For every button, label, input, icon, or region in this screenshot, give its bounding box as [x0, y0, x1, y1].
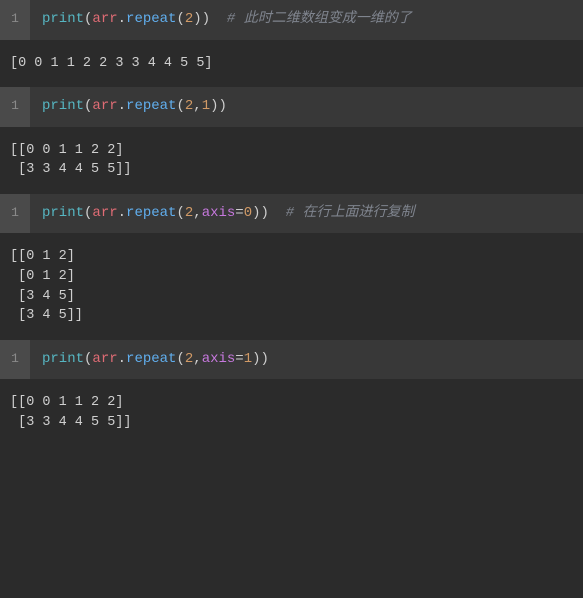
code-line: print(arr.repeat(2,1)) [30, 87, 583, 127]
identifier: arr [92, 205, 117, 221]
identifier: arr [92, 98, 117, 114]
dot: . [118, 351, 126, 367]
code-cell: 1print(arr.repeat(2,1)) [0, 87, 583, 127]
identifier: arr [92, 351, 117, 367]
output-cell: [0 0 1 1 2 2 3 3 4 4 5 5] [0, 40, 583, 88]
paren-close: ) [252, 205, 260, 221]
builtin-function: print [42, 98, 84, 114]
notebook-root: 1print(arr.repeat(2)) # 此时二维数组变成一维的了[0 0… [0, 0, 583, 446]
comma: , [193, 98, 201, 114]
method-name: repeat [126, 98, 176, 114]
code-line: print(arr.repeat(2,axis=0)) # 在行上面进行复制 [30, 194, 583, 234]
identifier: arr [92, 11, 117, 27]
code-line: print(arr.repeat(2,axis=1)) [30, 340, 583, 380]
equals-sign: = [235, 351, 243, 367]
dot: . [118, 11, 126, 27]
comma: , [193, 351, 201, 367]
paren-open: ( [176, 351, 184, 367]
method-name: repeat [126, 205, 176, 221]
number-literal: 0 [244, 205, 252, 221]
number-literal: 1 [202, 98, 210, 114]
paren-close: ) [252, 351, 260, 367]
paren-close: ) [210, 98, 218, 114]
paren-open: ( [176, 11, 184, 27]
paren-open: ( [176, 98, 184, 114]
code-line: print(arr.repeat(2)) # 此时二维数组变成一维的了 [30, 0, 583, 40]
output-cell: [[0 0 1 1 2 2] [3 3 4 4 5 5]] [0, 127, 583, 194]
method-name: repeat [126, 351, 176, 367]
output-cell: [[0 1 2] [0 1 2] [3 4 5] [3 4 5]] [0, 233, 583, 339]
code-comment: # 在行上面进行复制 [286, 205, 415, 221]
line-number-gutter: 1 [0, 87, 30, 127]
output-cell: [[0 0 1 1 2 2] [3 3 4 4 5 5]] [0, 379, 583, 446]
method-name: repeat [126, 11, 176, 27]
line-number-gutter: 1 [0, 0, 30, 40]
paren-close: ) [193, 11, 201, 27]
dot: . [118, 205, 126, 221]
line-number-gutter: 1 [0, 194, 30, 234]
number-literal: 1 [244, 351, 252, 367]
code-cell: 1print(arr.repeat(2)) # 此时二维数组变成一维的了 [0, 0, 583, 40]
code-cell: 1print(arr.repeat(2,axis=1)) [0, 340, 583, 380]
paren-close: ) [202, 11, 210, 27]
paren-close: ) [261, 205, 269, 221]
builtin-function: print [42, 351, 84, 367]
paren-close: ) [261, 351, 269, 367]
kwarg-name: axis [202, 351, 236, 367]
comma: , [193, 205, 201, 221]
equals-sign: = [235, 205, 243, 221]
builtin-function: print [42, 205, 84, 221]
paren-close: ) [219, 98, 227, 114]
code-cell: 1print(arr.repeat(2,axis=0)) # 在行上面进行复制 [0, 194, 583, 234]
kwarg-name: axis [202, 205, 236, 221]
paren-open: ( [176, 205, 184, 221]
dot: . [118, 98, 126, 114]
line-number-gutter: 1 [0, 340, 30, 380]
code-comment: # 此时二维数组变成一维的了 [227, 11, 412, 27]
builtin-function: print [42, 11, 84, 27]
